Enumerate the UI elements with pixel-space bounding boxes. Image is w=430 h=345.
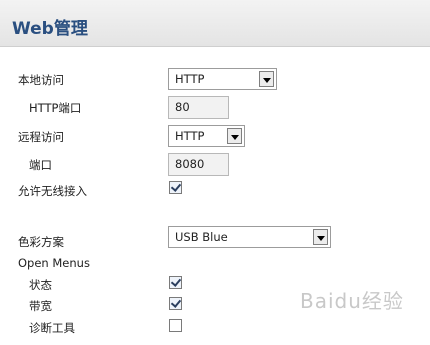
local-access-value: HTTP <box>175 72 205 86</box>
page-header: Web管理 <box>0 0 430 47</box>
menu-diagnostics-checkbox[interactable] <box>169 319 182 332</box>
remote-port-input[interactable]: 8080 <box>168 153 229 176</box>
wireless-access-checkbox[interactable] <box>169 181 182 194</box>
remote-access-label: 远程访问 <box>18 130 64 144</box>
menu-status-label: 状态 <box>29 278 52 292</box>
local-access-label: 本地访问 <box>18 73 64 87</box>
color-scheme-select[interactable]: USB Blue <box>168 226 331 248</box>
menu-status-checkbox[interactable] <box>169 276 182 289</box>
page-title: Web管理 <box>12 19 88 39</box>
local-access-select[interactable]: HTTP <box>168 68 277 90</box>
menu-bandwidth-label: 带宽 <box>29 299 52 313</box>
remote-access-value: HTTP <box>175 129 205 143</box>
watermark: Baidu经验 <box>300 289 404 313</box>
remote-access-select[interactable]: HTTP <box>168 125 245 147</box>
open-menus-label: Open Menus <box>18 256 90 270</box>
http-port-input[interactable]: 80 <box>168 96 229 119</box>
color-scheme-value: USB Blue <box>175 230 228 244</box>
remote-port-label: 端口 <box>29 158 52 172</box>
chevron-down-icon[interactable] <box>313 229 328 245</box>
menu-diagnostics-label: 诊断工具 <box>29 321 75 335</box>
chevron-down-icon[interactable] <box>227 128 242 144</box>
menu-bandwidth-checkbox[interactable] <box>169 297 182 310</box>
color-scheme-label: 色彩方案 <box>18 235 64 249</box>
wireless-access-label: 允许无线接入 <box>18 184 87 198</box>
chevron-down-icon[interactable] <box>259 71 274 87</box>
http-port-label: HTTP端口 <box>29 101 82 115</box>
